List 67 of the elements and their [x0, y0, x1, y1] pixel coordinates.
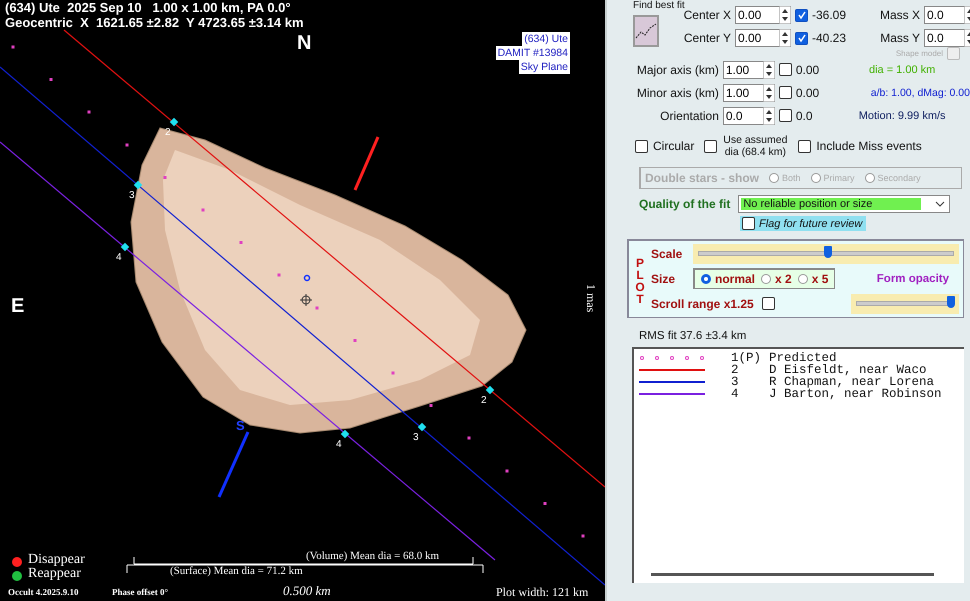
- phase-offset: Phase offset 0°: [112, 587, 168, 597]
- offset-value: 0.00: [796, 62, 820, 76]
- field-label: Major axis (km): [636, 62, 719, 76]
- shape-model-label: Shape model: [896, 48, 943, 58]
- scale-bar-label: 0.500 km: [283, 583, 331, 599]
- chord-number: 4: [116, 252, 122, 263]
- scroll-checkbox[interactable]: Scroll range x1.25: [651, 296, 775, 310]
- east-label: E: [11, 295, 24, 318]
- plot-width: Plot width: 121 km: [496, 585, 588, 600]
- group-title: Double stars - show: [645, 171, 760, 185]
- checkbox-option[interactable]: Circular: [635, 139, 694, 153]
- offset-value: 0.0: [796, 108, 814, 122]
- group-title-letter: P: [636, 257, 644, 269]
- version-text: Occult 4.2025.9.10: [8, 587, 78, 597]
- offset-value: -40.23: [812, 31, 848, 45]
- info-text: Sky Plane: [518, 60, 570, 74]
- opacity-label: Form opacity: [876, 272, 949, 284]
- observer-name: D Eisfeldt, near Waco: [769, 363, 927, 377]
- group-title-letter: T: [636, 293, 644, 305]
- group-title-letter: L: [636, 269, 644, 281]
- field-label: Center X: [684, 8, 731, 22]
- field-label: Mass X: [878, 8, 920, 22]
- fit-note: Motion: 9.99 km/s: [858, 110, 947, 122]
- geocentric-position: Geocentric X 1621.65 ±2.82 Y 4723.65 ±3.14 km: [5, 15, 304, 30]
- scale-label: 1 mas: [583, 284, 598, 312]
- chord-number: 2: [481, 395, 487, 406]
- info-text: DAMIT #13984: [496, 46, 570, 60]
- field-label: Minor axis (km): [636, 86, 719, 100]
- field-label: Mass Y: [879, 31, 920, 45]
- plot-title: (634) Ute 2025 Sep 10 1.00 x 1.00 km, PA 0.0°: [5, 0, 291, 15]
- observer-name: J Barton, near Robinson: [769, 387, 942, 401]
- radio-option[interactable]: x 2: [761, 272, 792, 286]
- field-label: Orientation: [659, 108, 719, 122]
- section-title: Find best fit: [632, 0, 685, 11]
- chord-number: 2: [165, 127, 171, 138]
- quality-label: Quality of the fit: [639, 197, 730, 211]
- radio-option[interactable]: x 5: [798, 272, 828, 286]
- field-label: Center Y: [682, 31, 731, 45]
- chord-number: 4: [336, 439, 342, 450]
- chord-number: 2: [731, 363, 739, 377]
- chord-number: 3: [413, 432, 419, 443]
- south-label: S: [236, 418, 245, 433]
- rms-fit: RMS fit 37.6 ±3.4 km: [639, 330, 748, 342]
- flag-checkbox[interactable]: Flag for future review: [740, 216, 866, 231]
- event-label: Reappear: [28, 566, 81, 582]
- scale-label: Scale: [651, 246, 684, 260]
- event-label: Disappear: [28, 552, 85, 568]
- chord-number: 3: [731, 375, 740, 389]
- quality-dropdown[interactable]: No reliable position or size: [738, 195, 950, 213]
- offset-value: 0.00: [796, 86, 820, 100]
- chord-number: 1(P): [731, 351, 762, 365]
- size-label: Size: [651, 272, 676, 286]
- radio-option[interactable]: normal: [701, 272, 756, 286]
- chord-number: 3: [129, 190, 135, 201]
- group-title-letter: O: [635, 281, 645, 293]
- checkbox-option[interactable]: Use assumed dia (68.4 km): [704, 134, 788, 158]
- north-label: N: [297, 32, 312, 55]
- fit-note: a/b: 1.00, dMag: 0.00: [870, 86, 970, 98]
- checkbox-option[interactable]: Include Miss events: [798, 139, 922, 153]
- observer-name: Predicted: [769, 351, 837, 365]
- surface-diameter: (Surface) Mean dia = 71.2 km: [170, 565, 303, 577]
- observer-name: R Chapman, near Lorena: [769, 375, 934, 389]
- info-text: (634) Ute: [522, 32, 570, 46]
- fit-note: dia = 1.00 km: [868, 64, 936, 76]
- chord-number: 4: [731, 387, 740, 401]
- volume-diameter: (Volume) Mean dia = 68.0 km: [306, 550, 440, 562]
- offset-value: -36.09: [812, 8, 848, 22]
